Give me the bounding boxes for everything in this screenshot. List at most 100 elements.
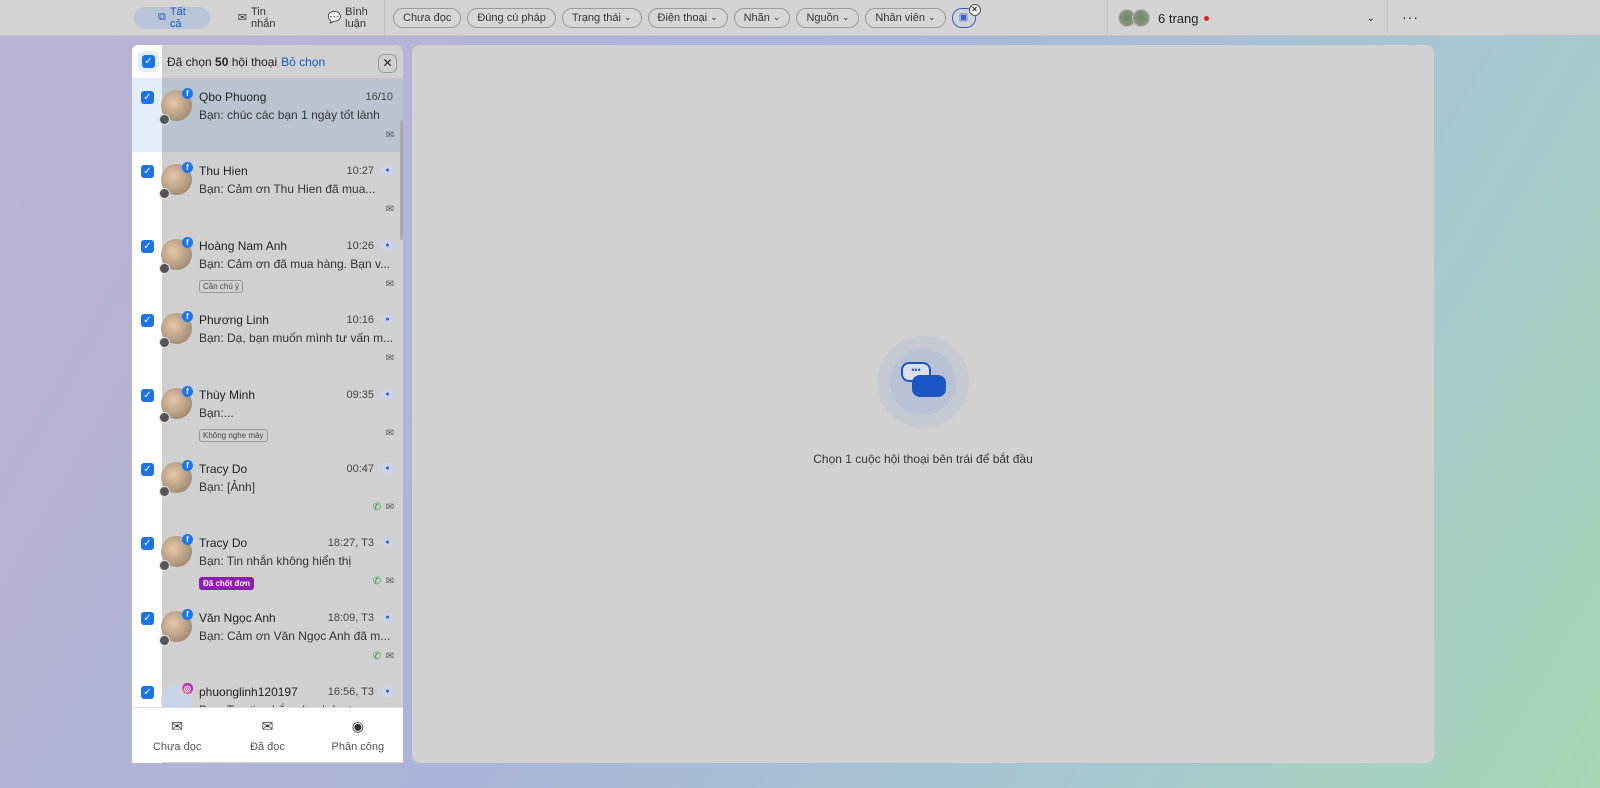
item-checkbox[interactable]: ✓ <box>141 165 154 179</box>
message-preview: Bạn: chúc các bạn 1 ngày tốt lành <box>199 108 380 122</box>
page-avatar <box>159 188 170 200</box>
filter-chip[interactable]: Nhãn ⌄ <box>733 7 791 28</box>
item-checkbox[interactable]: ✓ <box>141 388 154 402</box>
conversation-item[interactable]: ✓ f Qbo Phuong 16/10 Bạn: chúc các bạn 1… <box>132 78 403 152</box>
tab-2[interactable]: 💬 Bình luận <box>303 6 391 30</box>
item-checkbox[interactable]: ✓ <box>141 314 154 328</box>
assignee-icon: ● <box>382 463 393 474</box>
item-checkbox[interactable]: ✓ <box>141 91 154 104</box>
phone-icon: ✆ <box>372 576 381 588</box>
conversation-item[interactable]: ✓ f Thu Hien 10:27 ● Bạn: Cảm ơn Thu Hie… <box>132 152 403 226</box>
filter-chip[interactable]: Nhân viên ⌄ <box>865 7 946 28</box>
page-selector[interactable]: 6 trang ⌄ <box>1107 0 1388 36</box>
filter-chip[interactable]: Chưa đọc <box>393 7 462 28</box>
timestamp: 16:56, T3 <box>327 686 374 699</box>
item-checkbox[interactable]: ✓ <box>141 686 154 700</box>
filter-chip[interactable]: Đúng cú pháp <box>467 7 556 28</box>
conversation-item[interactable]: ✓ f Văn Ngọc Anh 18:09, T3 ● Bạn: Cảm ơn… <box>132 599 403 673</box>
mail-icon: ✉ <box>385 204 394 216</box>
facebook-icon: f <box>182 236 193 248</box>
message-preview: Bạn: Cảm ơn đã mua hàng. Bạn v... <box>199 256 391 271</box>
item-checkbox[interactable]: ✓ <box>141 239 154 253</box>
chat-copy-icon: ⧉ <box>158 11 166 23</box>
footer-mail-unread[interactable]: ✉ Chưa đọc <box>132 708 222 762</box>
date-filter-button[interactable]: ▣ ✕ <box>951 3 981 28</box>
footer-user-circle[interactable]: ◉ Phân công <box>313 708 403 762</box>
contact-name: phuonglinh120197 <box>199 685 298 700</box>
page-avatar <box>159 114 170 125</box>
message-preview: Bạn: Dạ, bạn muốn mình tư vấn m... <box>199 331 394 346</box>
assignee-icon: ● <box>382 165 393 177</box>
message-preview: Bạn: Cảm ơn Thu Hien đã mua... <box>199 182 376 197</box>
page-avatar <box>159 337 170 349</box>
phone-icon: ✆ <box>372 502 381 513</box>
contact-name: Qbo Phuong <box>199 90 267 104</box>
message-preview: Bạn: Cảm ơn Văn Ngọc Anh đã m... <box>199 628 391 643</box>
mail-icon: ✉ <box>385 278 394 290</box>
empty-state-text: Chọn 1 cuộc hội thoại bên trái để bắt đầ… <box>813 452 1033 466</box>
conversation-item[interactable]: ✓ f Hoàng Nam Anh 10:26 ● Bạn: Cảm ơn đã… <box>132 227 403 301</box>
assignee-icon: ● <box>382 239 393 251</box>
timestamp: 18:27, T3 <box>327 537 374 550</box>
mail-icon: ✉ <box>385 427 394 439</box>
contact-name: Tracy Do <box>199 536 248 551</box>
conversation-item[interactable]: ✓ f Thùy Minh 09:35 ● Bạn:... Không nghe… <box>132 376 403 450</box>
item-checkbox[interactable]: ✓ <box>141 463 154 476</box>
chevron-down-icon: ⌄ <box>1366 12 1375 24</box>
facebook-icon: f <box>182 460 193 471</box>
more-button[interactable]: ··· <box>1402 9 1419 25</box>
list-footer: ✉ Chưa đọc ✉ Đã đọc ◉ Phân công <box>132 707 403 762</box>
footer-mail-open[interactable]: ✉ Đã đọc <box>222 708 312 762</box>
chevron-down-icon: ⌄ <box>623 12 632 22</box>
filter-chip[interactable]: Điện thoại ⌄ <box>647 7 728 28</box>
contact-name: Thùy Minh <box>199 387 256 402</box>
conversation-item[interactable]: ✓ f Tracy Do 00:47 ● Bạn: [Ảnh] ✉ ✆ <box>132 450 403 524</box>
mail-icon: ✉ <box>385 502 394 513</box>
facebook-icon: f <box>182 608 193 620</box>
timestamp: 10:26 <box>346 239 374 252</box>
tab-0[interactable]: ⧉ Tất cả <box>134 6 210 30</box>
comment-icon: 💬 <box>327 12 342 24</box>
mail-icon: ✉ <box>237 12 247 24</box>
deselect-link[interactable]: Bỏ chọn <box>281 55 325 69</box>
mail-icon: ✉ <box>385 130 394 141</box>
contact-name: Hoàng Nam Anh <box>199 238 288 253</box>
label-tag: Đã chốt đơn <box>199 577 255 591</box>
facebook-icon: f <box>182 162 193 174</box>
timestamp: 18:09, T3 <box>327 611 374 624</box>
mail-unread-icon: ✉ <box>171 717 184 734</box>
page-avatar <box>159 634 170 646</box>
contact-name: Văn Ngọc Anh <box>199 610 276 625</box>
item-checkbox[interactable]: ✓ <box>141 611 154 625</box>
page-avatar <box>1132 9 1150 27</box>
conversation-panel: ••• Chọn 1 cuộc hội thoại bên trái để bắ… <box>412 45 1434 763</box>
scrollbar[interactable] <box>400 120 403 240</box>
filter-chip[interactable]: Trạng thái ⌄ <box>561 7 642 28</box>
mail-icon: ✉ <box>385 650 394 662</box>
chevron-down-icon: ⌄ <box>710 12 718 22</box>
chevron-down-icon: ⌄ <box>772 12 781 22</box>
mail-icon: ✉ <box>385 576 394 588</box>
assignee-icon: ● <box>382 537 393 549</box>
clear-date-icon[interactable]: ✕ <box>968 3 981 16</box>
tab-1[interactable]: ✉ Tin nhắn <box>214 6 300 30</box>
mail-open-icon: ✉ <box>261 717 274 734</box>
chat-bubbles-icon: ••• <box>877 336 969 428</box>
timestamp: 09:35 <box>346 388 374 401</box>
assignee-icon: ● <box>382 686 393 698</box>
calendar-icon: ▣ <box>958 12 969 23</box>
timestamp: 16/10 <box>365 91 393 103</box>
item-checkbox[interactable]: ✓ <box>141 537 154 551</box>
conversation-item[interactable]: ✓ f Tracy Do 18:27, T3 ● Bạn: Tin nhắn k… <box>132 524 403 598</box>
phone-icon: ✆ <box>372 650 381 662</box>
close-selection-button[interactable]: ✕ <box>378 54 397 73</box>
filter-chip[interactable]: Nguồn ⌄ <box>796 7 860 28</box>
message-preview: Bạn:... <box>199 405 234 420</box>
select-all-checkbox[interactable]: ✓ <box>142 55 155 68</box>
page-avatar <box>159 262 170 274</box>
message-preview: Bạn: [Ảnh] <box>199 480 256 494</box>
conversation-item[interactable]: ✓ f Phương Linh 10:16 ● Bạn: Dạ, bạn muố… <box>132 301 403 375</box>
facebook-icon: f <box>182 385 193 397</box>
chevron-down-icon: ⌄ <box>927 12 936 22</box>
timestamp: 10:27 <box>346 165 374 178</box>
